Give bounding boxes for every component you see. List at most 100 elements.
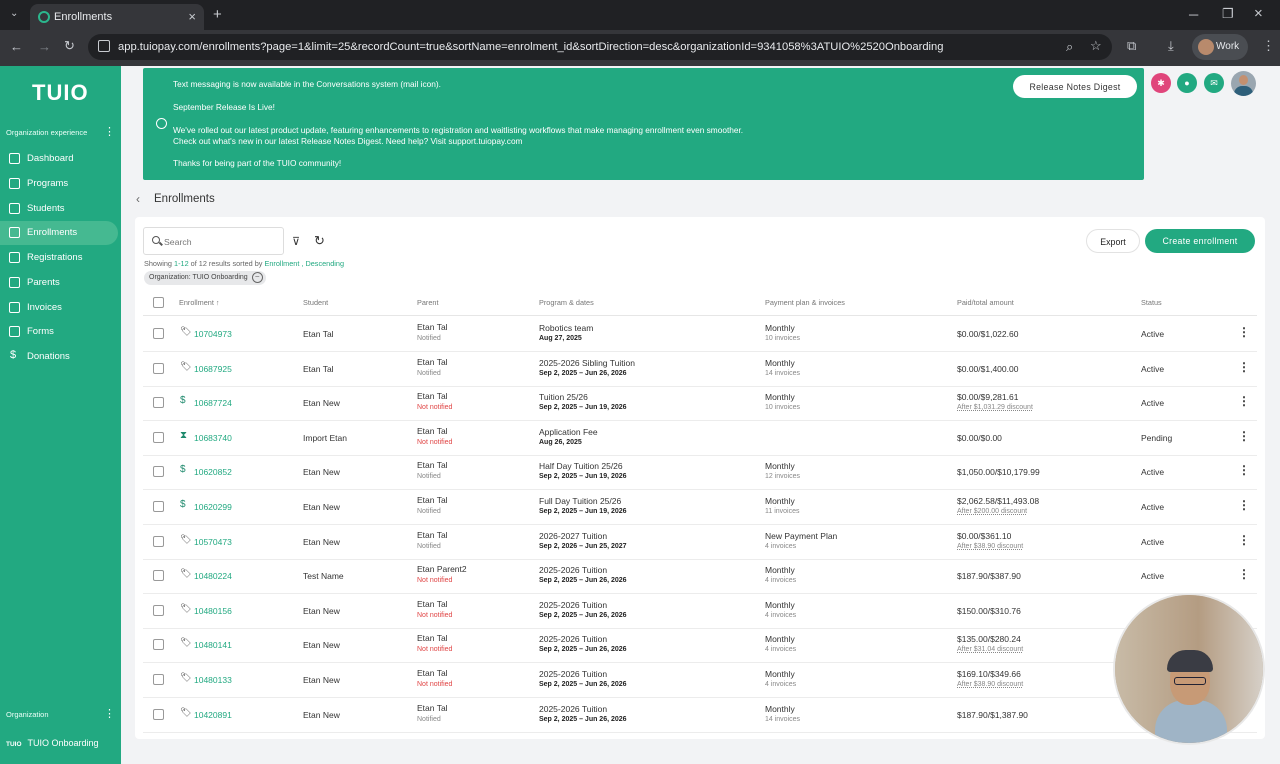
row-checkbox[interactable] (153, 570, 164, 582)
section-menu-icon[interactable]: ⋮ (104, 127, 115, 138)
back-chevron-icon[interactable]: ‹ (136, 192, 140, 206)
tab-search-icon[interactable]: ⌄ (10, 8, 18, 19)
row-menu-icon[interactable]: ⋮ (1238, 361, 1250, 373)
enrollment-id-link[interactable]: 10704973 (194, 329, 232, 339)
paid-total-amount: $1,050.00/$10,179.99 (957, 467, 1040, 478)
export-button[interactable]: Export (1086, 229, 1140, 253)
dashboard-icon (9, 153, 20, 164)
release-notes-button[interactable]: Release Notes Digest (1013, 75, 1137, 98)
back-icon[interactable]: ← (10, 39, 23, 54)
profile-button[interactable]: Work (1192, 34, 1248, 60)
close-tab-icon[interactable]: × (188, 9, 196, 24)
student-name: Etan Tal (303, 329, 334, 339)
table-row[interactable]: 🏷 10687925 Etan Tal Etan Tal Notified 2025-20… (143, 352, 1257, 387)
filter-icon[interactable]: ⊽ (292, 235, 300, 248)
remove-filter-icon[interactable]: − (251, 272, 263, 283)
user-avatar[interactable] (1231, 71, 1256, 96)
row-checkbox[interactable] (153, 604, 164, 616)
enrollment-id-link[interactable]: 10420891 (194, 710, 232, 720)
enrollment-id-link[interactable]: 10480133 (194, 675, 232, 685)
tag-icon: 🏷 (180, 533, 192, 544)
program-dates: Aug 26, 2025 (539, 438, 582, 446)
discount-note[interactable]: After $38.90 discount (957, 543, 1023, 550)
table-row[interactable]: ⧗ 10683740 Import Etan Etan Tal Not notified… (143, 421, 1257, 456)
row-checkbox[interactable] (153, 466, 164, 478)
table-row[interactable]: 🏷 10480224 Test Name Etan Parent2 Not notifi… (143, 559, 1257, 595)
row-menu-icon[interactable]: ⋮ (1238, 464, 1250, 476)
address-bar[interactable]: app.tuiopay.com/enrollments?page=1&limit… (88, 34, 1112, 60)
refresh-icon[interactable]: ↻ (314, 233, 325, 249)
row-menu-icon[interactable]: ⋮ (1238, 499, 1250, 511)
table-row[interactable]: $10687724 Etan New Etan Tal Not notified Tui… (143, 386, 1257, 422)
row-checkbox[interactable] (153, 674, 164, 685)
sidebar-item-students[interactable]: Students (0, 197, 118, 221)
table-row[interactable]: 🏷 10480156 Etan New Etan Tal Not notified 202… (143, 594, 1257, 629)
table-row[interactable]: 🏷 10570473 Etan New Etan Tal Notified 2026-20… (143, 525, 1257, 560)
minimize-icon[interactable]: ─ (1189, 7, 1198, 22)
search-input[interactable]: Search (143, 227, 284, 255)
table-row[interactable]: 🏷 10480141 Etan New Etan Tal Not notified 202… (143, 628, 1257, 664)
bookmark-star-icon[interactable]: ☆ (1090, 38, 1102, 54)
enrollment-id-link[interactable]: 10480224 (194, 571, 232, 581)
forward-icon[interactable]: → (38, 39, 51, 54)
downloads-icon[interactable]: ⤓ (1168, 38, 1174, 54)
row-checkbox[interactable] (153, 501, 164, 512)
zoom-icon[interactable]: ⌕ (1066, 39, 1073, 55)
table-row[interactable]: $10620299 Etan New Etan Tal Notified Full Da… (143, 490, 1257, 525)
discount-note[interactable]: After $200.00 discount (957, 508, 1027, 515)
close-window-icon[interactable]: × (1254, 5, 1263, 22)
org-switcher[interactable]: TUIO TUIO Onboarding (6, 738, 99, 748)
banner-line: We've rolled out our latest product upda… (173, 125, 744, 135)
reload-icon[interactable]: ↻ (64, 38, 75, 54)
chat-icon[interactable]: ● (1177, 73, 1197, 93)
row-menu-icon[interactable]: ⋮ (1238, 395, 1250, 407)
sidebar-item-programs[interactable]: Programs (0, 172, 118, 196)
enrollment-id-link[interactable]: 10570473 (194, 537, 232, 547)
new-tab-icon[interactable]: + (213, 6, 222, 23)
restore-icon[interactable]: ❐ (1222, 6, 1234, 22)
enrollment-id-link[interactable]: 10620852 (194, 467, 232, 477)
row-checkbox[interactable] (153, 397, 164, 409)
mail-icon[interactable]: ✉ (1204, 73, 1224, 93)
org-menu-icon[interactable]: ⋮ (104, 709, 115, 720)
extensions-icon[interactable]: ⧉ (1127, 38, 1136, 54)
enrollment-id-link[interactable]: 10683740 (194, 433, 232, 443)
table-row[interactable]: 🏷 10704973 Etan Tal Etan Tal Notified Robotic… (143, 317, 1257, 352)
row-checkbox[interactable] (153, 328, 164, 339)
enrollment-id-link[interactable]: 10687724 (194, 398, 232, 408)
site-info-icon[interactable] (98, 40, 110, 52)
sidebar-item-dashboard[interactable]: Dashboard (0, 147, 118, 171)
browser-tab-enrollments[interactable]: Enrollments × (30, 4, 204, 30)
create-enrollment-button[interactable]: Create enrollment (1145, 229, 1255, 253)
row-checkbox[interactable] (153, 708, 164, 720)
select-all-checkbox[interactable] (153, 297, 164, 308)
discount-note[interactable]: After $38.90 discount (957, 681, 1023, 688)
row-menu-icon[interactable]: ⋮ (1238, 430, 1250, 442)
invoice-count: 10 invoices (765, 404, 801, 412)
sidebar-item-invoices[interactable]: Invoices (0, 296, 118, 320)
discount-note[interactable]: After $1,031.29 discount (957, 404, 1033, 411)
sidebar-item-forms[interactable]: Forms (0, 320, 118, 344)
column-enrollment[interactable]: Enrollment ↑ (179, 298, 220, 307)
row-menu-icon[interactable]: ⋮ (1238, 534, 1250, 546)
sidebar-item-donations[interactable]: $ Donations (0, 345, 118, 369)
sidebar-item-enrollments[interactable]: Enrollments (0, 221, 118, 245)
row-checkbox[interactable] (153, 431, 164, 443)
browser-menu-icon[interactable]: ⋮ (1262, 38, 1275, 54)
table-row[interactable]: $10620852 Etan New Etan Tal Notified Half Da… (143, 455, 1257, 491)
table-row[interactable]: 🏷 10480133 Etan New Etan Tal Not notified 202… (143, 663, 1257, 698)
sidebar-item-registrations[interactable]: Registrations (0, 246, 118, 270)
sidebar-item-parents[interactable]: Parents (0, 271, 118, 295)
row-menu-icon[interactable]: ⋮ (1238, 326, 1250, 338)
row-checkbox[interactable] (153, 362, 164, 374)
enrollment-id-link[interactable]: 10480141 (194, 640, 232, 650)
enrollment-id-link[interactable]: 10620299 (194, 502, 232, 512)
table-row[interactable]: 🏷 10420891 Etan New Etan Tal Notified 2025-20… (143, 698, 1257, 733)
discount-note[interactable]: After $31.04 discount (957, 646, 1023, 653)
enrollment-id-link[interactable]: 10480156 (194, 606, 232, 616)
alert-icon[interactable]: ✱ (1151, 73, 1171, 93)
row-checkbox[interactable] (153, 639, 164, 651)
enrollment-id-link[interactable]: 10687925 (194, 364, 232, 374)
row-checkbox[interactable] (153, 535, 164, 547)
row-menu-icon[interactable]: ⋮ (1238, 568, 1250, 580)
